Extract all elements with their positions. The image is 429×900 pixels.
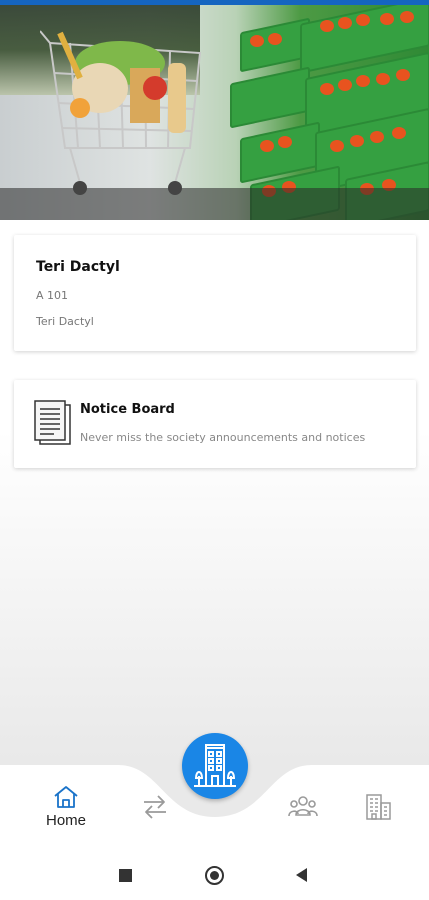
building-fab-icon xyxy=(194,744,236,787)
document-icon xyxy=(34,400,71,445)
nav-home-label: Home xyxy=(45,812,86,829)
banner-image xyxy=(0,5,429,220)
notice-board-title: Notice Board xyxy=(80,402,175,417)
nav-swap[interactable] xyxy=(140,793,170,821)
community-people-icon xyxy=(288,796,318,817)
recents-icon[interactable] xyxy=(119,869,132,882)
nav-community[interactable] xyxy=(288,793,318,819)
nav-buildings[interactable] xyxy=(364,793,392,821)
owner-name: Teri Dactyl xyxy=(36,315,94,328)
profile-card[interactable]: Teri Dactyl A 101 Teri Dactyl xyxy=(14,235,416,351)
nav-home[interactable]: Home xyxy=(40,785,92,829)
back-icon[interactable] xyxy=(296,868,307,882)
apartment-building-icon xyxy=(366,794,391,820)
swap-arrows-icon xyxy=(144,795,166,819)
notice-board-card[interactable]: Notice Board Never miss the society anno… xyxy=(14,380,416,468)
notice-board-subtitle: Never miss the society announcements and… xyxy=(80,431,366,444)
home-icon xyxy=(54,786,78,808)
system-navigation-bar xyxy=(0,852,429,900)
resident-name: Teri Dactyl xyxy=(36,259,120,275)
center-building-button[interactable] xyxy=(182,733,248,799)
unit-number: A 101 xyxy=(36,289,69,302)
system-home-icon[interactable] xyxy=(205,866,224,885)
shopping-cart-icon xyxy=(40,30,202,195)
